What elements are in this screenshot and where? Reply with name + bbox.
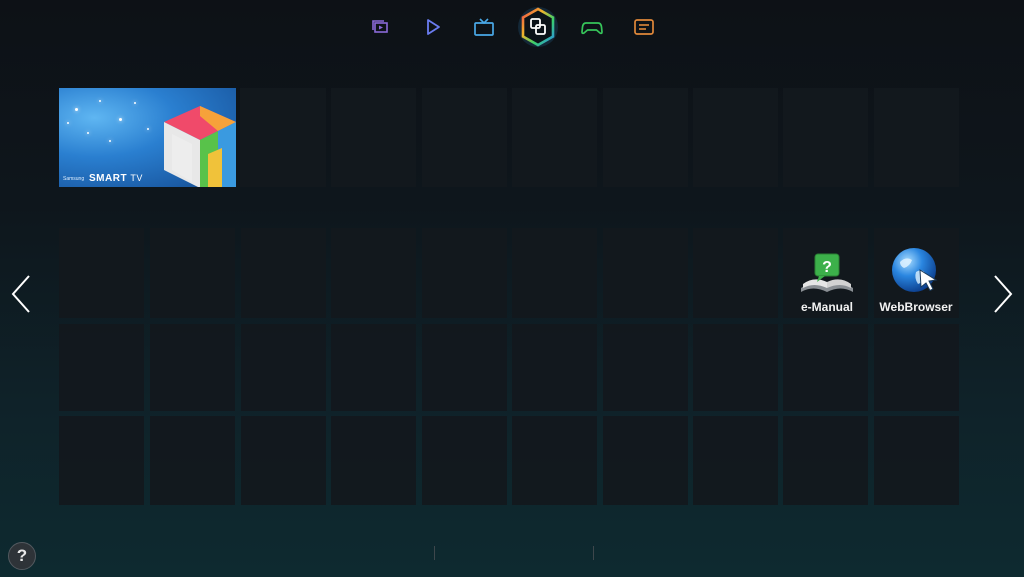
empty-app-slot <box>783 88 868 187</box>
empty-app-slot <box>512 228 597 318</box>
app-e-manual[interactable]: ? e-Manual <box>783 246 871 314</box>
empty-app-slot <box>422 416 507 505</box>
gamepad-icon <box>581 22 603 35</box>
next-page-arrow-icon[interactable] <box>992 274 1014 314</box>
previous-page-arrow-icon[interactable] <box>10 274 32 314</box>
divider <box>593 546 594 560</box>
empty-app-slot <box>874 88 959 187</box>
empty-app-slot <box>512 88 597 187</box>
globe-cursor-icon <box>892 248 938 292</box>
app-label: e-Manual <box>800 300 853 314</box>
play-icon <box>427 19 440 35</box>
book-help-icon: ? <box>801 253 853 292</box>
nav-social-button[interactable] <box>363 10 397 44</box>
apps-icon <box>518 7 558 47</box>
empty-app-slot <box>603 88 688 187</box>
empty-app-slot <box>241 416 326 505</box>
empty-app-slot <box>150 416 235 505</box>
nav-ontv-button[interactable] <box>467 10 501 44</box>
empty-app-slot <box>240 88 322 187</box>
divider <box>434 546 435 560</box>
app-label: WebBrowser <box>879 300 953 314</box>
tv-icon <box>474 18 494 36</box>
smart-tv-banner[interactable]: Samsung SMART TV <box>59 88 236 187</box>
empty-app-slot <box>512 416 597 505</box>
nav-games-button[interactable] <box>575 10 609 44</box>
empty-app-slot <box>422 228 507 318</box>
app-webbrowser[interactable]: WebBrowser <box>872 246 960 314</box>
empty-app-slot <box>512 324 597 411</box>
empty-app-slot <box>603 416 688 505</box>
photo-stack-icon <box>372 20 388 33</box>
nav-apps-button[interactable] <box>517 6 559 48</box>
empty-app-slot <box>603 228 688 318</box>
empty-app-slot <box>422 88 507 187</box>
nav-movies-button[interactable] <box>416 10 450 44</box>
empty-app-slot <box>241 228 326 318</box>
empty-app-slot <box>331 88 416 187</box>
empty-app-slot <box>59 324 144 411</box>
empty-app-slot <box>693 416 778 505</box>
empty-app-slot <box>331 416 416 505</box>
empty-app-slot <box>783 324 868 411</box>
empty-app-slot <box>150 324 235 411</box>
empty-app-slot <box>874 324 959 411</box>
help-button[interactable]: ? <box>8 542 36 570</box>
top-navigation <box>0 6 1024 48</box>
note-icon <box>634 19 654 35</box>
banner-logo-text: SMART TV <box>89 173 143 184</box>
nav-notes-button[interactable] <box>627 10 661 44</box>
empty-app-slot <box>59 228 144 318</box>
svg-text:?: ? <box>822 259 832 276</box>
empty-app-slot <box>693 324 778 411</box>
empty-app-slot <box>59 416 144 505</box>
empty-app-slot <box>331 228 416 318</box>
empty-app-slot <box>693 228 778 318</box>
empty-app-slot <box>241 324 326 411</box>
empty-app-slot <box>783 416 868 505</box>
empty-app-slot <box>331 324 416 411</box>
empty-app-slot <box>693 88 778 187</box>
smart-hub-cube-logo <box>164 106 236 187</box>
banner-brand-text: Samsung <box>63 176 85 182</box>
empty-app-slot <box>150 228 235 318</box>
empty-app-slot <box>874 416 959 505</box>
empty-app-slot <box>422 324 507 411</box>
empty-app-slot <box>603 324 688 411</box>
